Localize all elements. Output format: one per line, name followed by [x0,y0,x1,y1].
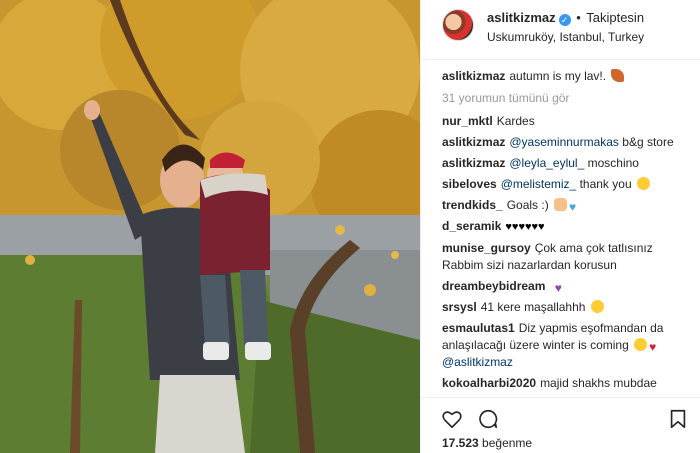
comment-text: moschino [587,156,639,170]
comment-bubble-icon[interactable] [477,408,499,430]
leaf-emoji-icon [611,69,625,82]
caption: aslitkizmaz autumn is my lav!. [442,68,687,85]
comment-text: 41 kere maşallahhh [480,300,586,314]
post-location[interactable]: Uskumruköy, Istanbul, Turkey [487,30,644,44]
comment-username[interactable]: munise_gursoy [442,241,531,255]
red-heart-emoji-icon: ♥ [649,340,657,354]
post-actions: 17.523 beğenme [421,397,700,453]
tears-of-joy-emoji-icon [634,338,648,351]
comment-mention[interactable]: @melistemiz_ [501,177,577,191]
comment-mention[interactable]: @yaseminnurmakas [509,135,619,149]
comment-text: majid shakhs mubdae [540,376,657,390]
likes-number: 17.523 [442,436,479,450]
verified-badge-icon: ✓ [558,14,571,26]
header-user-line: aslitkizmaz ✓ • Takiptesin [487,10,644,26]
comment-item: trendkids_ Goals :) ♥ [442,197,687,214]
comment-mention[interactable]: @aslitkizmaz [442,355,513,369]
post-header: aslitkizmaz ✓ • Takiptesin Uskumruköy, Is… [421,0,700,60]
autumn-photo-illustration [0,0,420,453]
view-all-comments-link[interactable]: 31 yorumun tümünü gör [442,91,687,105]
comment-text: ♥♥♥♥♥♥ [505,221,545,233]
comment-username[interactable]: kokoalharbi2020 [442,376,536,390]
comment-item: aslitkizmaz @yaseminnurmakas b&g store [442,134,687,151]
comment-username[interactable]: sibeloves [442,177,497,191]
comment-username[interactable]: esmaulutas1 [442,321,515,335]
heart-outline-icon[interactable] [441,408,463,430]
header-username[interactable]: aslitkizmaz [487,10,556,25]
comment-username[interactable]: nur_mktl [442,114,493,128]
comment-text: b&g store [622,135,674,149]
post-side-panel: aslitkizmaz ✓ • Takiptesin Uskumruköy, Is… [420,0,700,453]
blue-heart-emoji-icon: ♥ [569,200,577,214]
comment-username[interactable]: d_seramik [442,219,501,233]
comment-text: Goals :) [506,198,549,212]
comment-item: dreambeybidream ♥ [442,278,687,295]
comment-username[interactable]: aslitkizmaz [442,156,505,170]
likes-count[interactable]: 17.523 beğenme [442,436,532,450]
following-button[interactable]: Takiptesin [586,10,644,25]
comment-item: sibeloves @melistemiz_ thank you [442,176,687,193]
comment-item: d_seramik ♥♥♥♥♥♥ [442,218,687,236]
comment-item: kokoalharbi2020 majid shakhs mubdae [442,375,687,392]
likes-label: beğenme [482,436,533,450]
comment-item: aslitkizmaz @leyla_eylul_ moschino [442,155,687,172]
heart-eyes-emoji-icon [636,177,650,190]
comment-item: munise_gursoy Çok ama çok tatlısınız Rabb… [442,240,687,274]
comment-text: Kardes [496,114,535,128]
comment-mention[interactable]: @leyla_eylul_ [509,156,584,170]
avatar[interactable] [442,9,474,41]
comment-username[interactable]: dreambeybidream [442,279,545,293]
comment-item: esmaulutas1 Diz yapmis eşofmandan da anla… [442,320,687,371]
comment-username[interactable]: aslitkizmaz [442,135,505,149]
post-photo[interactable] [0,0,420,453]
comment-item: nur_mktl Kardes [442,113,687,130]
victory-hand-emoji-icon [554,198,568,211]
caption-text: autumn is my lav!. [509,69,607,83]
caption-username[interactable]: aslitkizmaz [442,69,505,83]
comment-username[interactable]: trendkids_ [442,198,503,212]
comment-item: srsysl 41 kere maşallahhh [442,299,687,316]
separator-dot: • [576,10,581,25]
comment-text: thank you [579,177,632,191]
bookmark-icon[interactable] [667,408,689,430]
smiling-emoji-icon [590,300,604,313]
purple-heart-emoji-icon: ♥ [554,281,562,295]
comment-username[interactable]: srsysl [442,300,477,314]
comments-list[interactable]: aslitkizmaz autumn is my lav!. 31 yorumun… [421,62,700,397]
